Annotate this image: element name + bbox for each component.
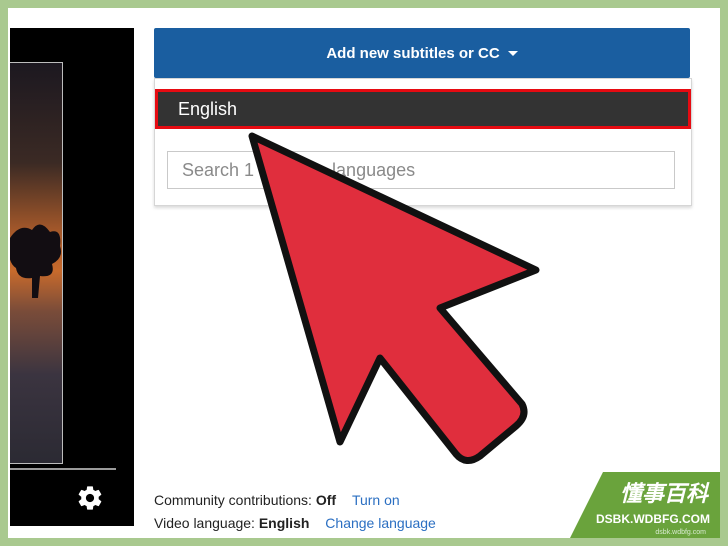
search-placeholder: Search 1	[182, 160, 255, 180]
video-language-line: Video language: English Change language	[154, 515, 436, 531]
community-contributions-line: Community contributions: Off Turn on	[154, 492, 400, 508]
watermark-title: 懂事百科	[619, 482, 708, 507]
video-language-value: English	[258, 515, 310, 531]
seek-bar[interactable]	[10, 468, 116, 470]
video-language-label: Video language:	[154, 515, 255, 531]
change-language-link[interactable]: Change language	[325, 515, 436, 531]
video-player[interactable]	[10, 28, 134, 526]
add-subtitles-label: Add new subtitles or CC	[326, 44, 500, 62]
watermark-logo: 懂事百科 DSBK.WDBFG.COM dsbk.wdbfg.com	[560, 462, 720, 538]
watermark-url: DSBK.WDBFG.COM	[596, 512, 710, 526]
search-placeholder-suffix: languages	[332, 160, 416, 180]
add-subtitles-button[interactable]: Add new subtitles or CC	[154, 28, 690, 78]
caret-down-icon	[507, 50, 518, 56]
language-option-english[interactable]: English	[155, 89, 691, 129]
tree-silhouette	[10, 224, 61, 298]
language-search-input[interactable]: Search 1 languages	[167, 151, 675, 189]
gear-icon[interactable]	[76, 484, 104, 512]
watermark-small-url: dsbk.wdbfg.com	[655, 529, 706, 536]
turn-on-link[interactable]: Turn on	[352, 492, 400, 508]
community-value: Off	[315, 492, 337, 508]
subtitles-dropdown-menu: English Search 1 languages	[154, 78, 692, 206]
screenshot-stage: Add new subtitles or CC English Search 1…	[8, 8, 720, 538]
community-label: Community contributions:	[154, 492, 312, 508]
